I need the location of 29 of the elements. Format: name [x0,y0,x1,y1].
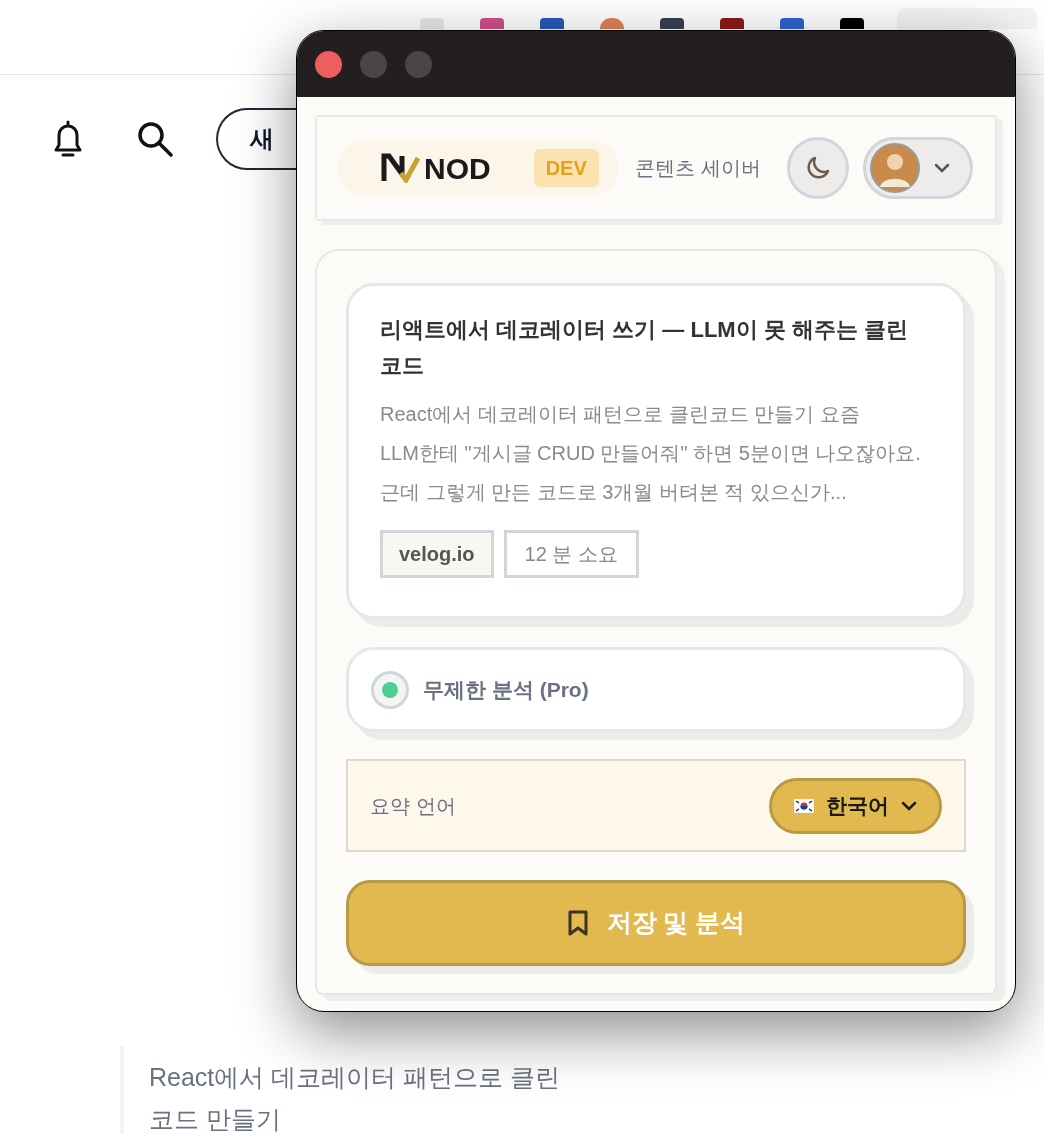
pro-option-label: 무제한 분석 (Pro) [423,676,589,703]
status-toggle[interactable] [371,670,409,709]
zoom-button[interactable] [405,50,432,78]
moon-icon [805,155,831,181]
close-button[interactable] [315,50,342,78]
extension-icon[interactable] [660,18,684,29]
minimize-button[interactable] [360,50,387,78]
quote-text: React에서 데코레이터 패턴으로 클린 코드 만들기 [149,1062,562,1134]
extension-icon[interactable] [780,18,804,29]
avatar [870,143,920,193]
dev-badge: DEV [533,149,599,187]
chevron-down-icon [934,163,950,173]
subtitle: 콘텐츠 세이버 [635,156,761,181]
reading-time-tag: 12 분 소요 [503,530,639,578]
extension-icon[interactable] [840,18,864,29]
article-title: 리액트에서 데코레이터 쓰기 — LLM이 못 해주는 클린 코드 [380,316,909,380]
bookmark-icon [566,909,589,937]
article-excerpt: React에서 데코레이터 패턴으로 클린코드 만들기 요즘 LLM한테 "게시글 CRUD 만들어줘" 하면 5분이면 나오잖아요. 근데 그렇게 만든 코드로 3개월 버텨본 적 있으신가... [380,402,922,505]
search-icon[interactable] [136,120,174,158]
logo-icon [381,153,421,183]
language-dropdown[interactable]: 한국어 [769,777,942,834]
extension-icon[interactable] [540,18,564,29]
language-label: 요약 언어 [370,793,456,819]
extension-icon[interactable] [600,18,624,29]
source-tag: velog.io [380,530,494,578]
extension-icon[interactable] [720,18,744,29]
flag-icon [794,798,814,813]
chevron-down-icon [901,800,917,811]
logo-text: NOD [424,150,491,187]
